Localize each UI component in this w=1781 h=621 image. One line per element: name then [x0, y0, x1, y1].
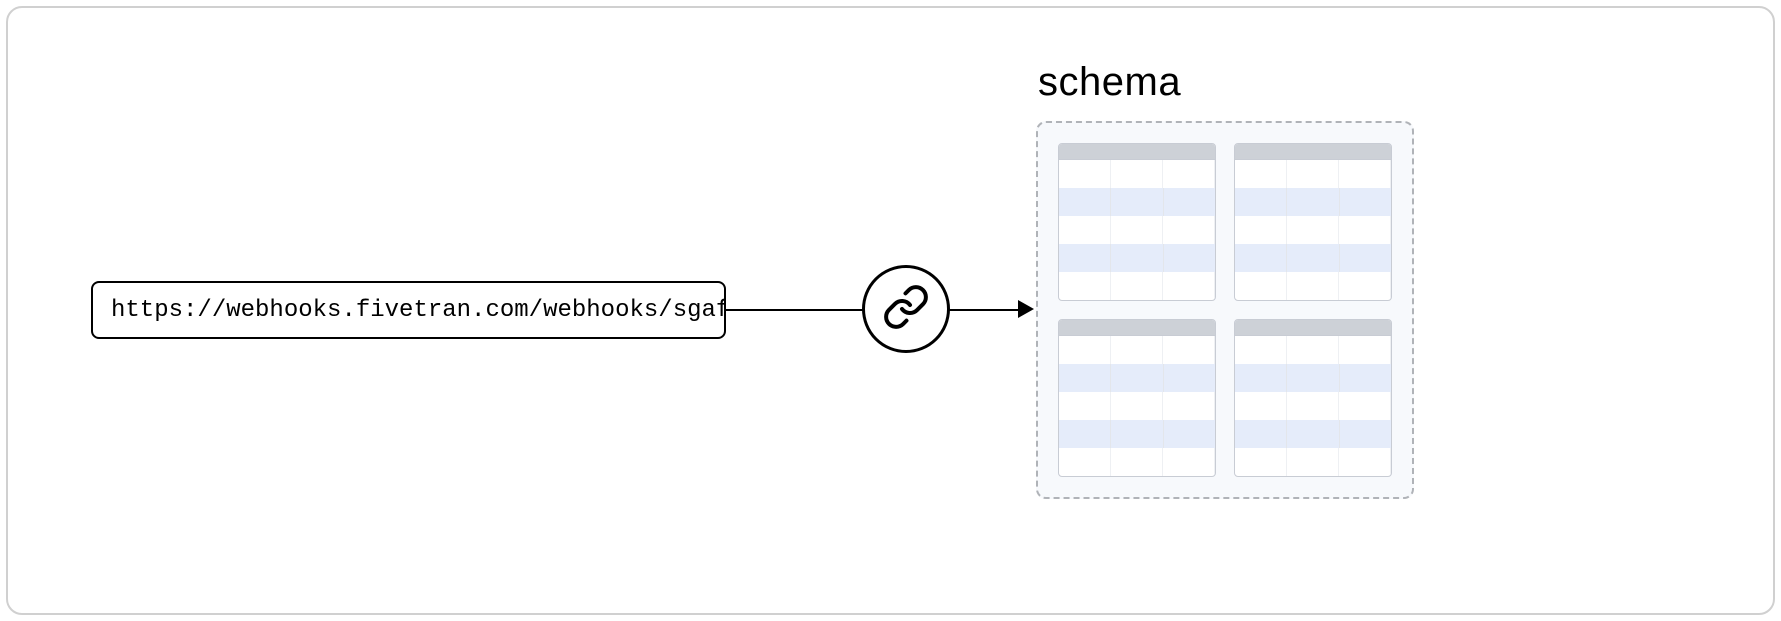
- mini-table-header: [1235, 320, 1391, 336]
- link-icon: [882, 283, 930, 336]
- mini-table-body: [1059, 160, 1215, 300]
- mini-table-header: [1059, 320, 1215, 336]
- webhook-url-box: https://webhooks.fivetran.com/webhooks/s…: [91, 281, 726, 339]
- mini-table-body: [1059, 336, 1215, 476]
- mini-table-body: [1235, 160, 1391, 300]
- link-node: [862, 265, 950, 353]
- schema-container: [1036, 121, 1414, 499]
- mini-table: [1058, 143, 1216, 301]
- webhook-url-text: https://webhooks.fivetran.com/webhooks/s…: [111, 297, 726, 324]
- mini-table: [1058, 319, 1216, 477]
- mini-table: [1234, 319, 1392, 477]
- arrow-head-icon: [1018, 300, 1034, 318]
- mini-table-header: [1235, 144, 1391, 160]
- mini-table: [1234, 143, 1392, 301]
- diagram-container: https://webhooks.fivetran.com/webhooks/s…: [6, 6, 1775, 615]
- schema-label: schema: [1038, 60, 1181, 105]
- mini-table-header: [1059, 144, 1215, 160]
- mini-table-body: [1235, 336, 1391, 476]
